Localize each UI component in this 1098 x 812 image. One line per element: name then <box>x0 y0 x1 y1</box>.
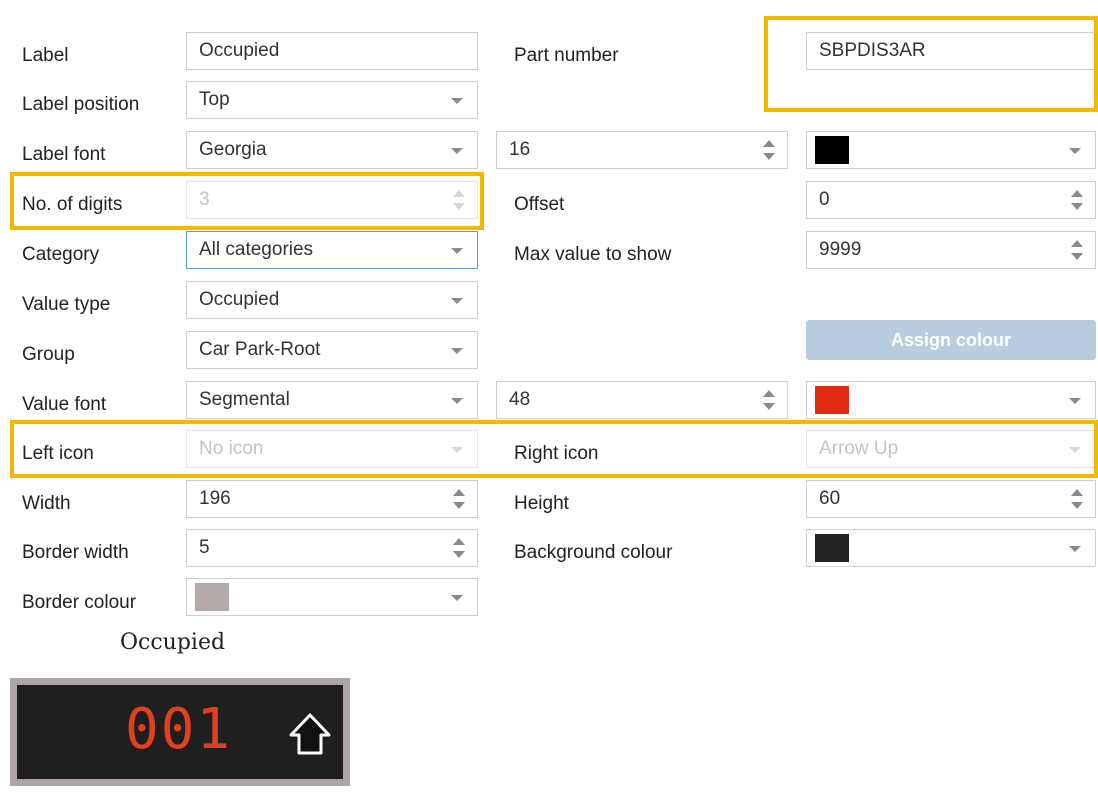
spinner-arrows-icon[interactable] <box>1071 489 1083 509</box>
chevron-down-icon <box>451 398 463 404</box>
spinner-arrows-icon[interactable] <box>1071 240 1083 260</box>
label-input[interactable]: Occupied <box>186 32 478 70</box>
border-colour-caption: Border colour <box>22 592 137 613</box>
value-font-value: Segmental <box>199 389 290 410</box>
value-font-color-swatch <box>815 386 849 414</box>
category-caption: Category <box>22 244 100 265</box>
part-number-caption: Part number <box>514 45 619 66</box>
max-value-caption: Max value to show <box>514 244 672 265</box>
preview-digits: 001 <box>125 697 233 762</box>
spinner-arrows-icon[interactable] <box>453 538 465 558</box>
label-position-value: Top <box>199 89 230 110</box>
border-colour-picker[interactable] <box>186 578 478 616</box>
chevron-down-icon <box>451 248 463 254</box>
category-value: All categories <box>199 239 314 260</box>
value-font-select[interactable]: Segmental <box>186 381 478 419</box>
value-type-value: Occupied <box>199 289 280 310</box>
background-colour-picker[interactable] <box>806 529 1096 567</box>
arrow-up-icon <box>289 713 331 755</box>
preview-label: Occupied <box>120 630 226 655</box>
width-stepper[interactable]: 196 <box>186 480 478 518</box>
value-font-size-stepper[interactable]: 48 <box>496 381 788 419</box>
chevron-down-icon <box>1069 148 1081 154</box>
background-colour-caption: Background colour <box>514 542 673 563</box>
height-stepper[interactable]: 60 <box>806 480 1096 518</box>
spinner-arrows-icon[interactable] <box>453 489 465 509</box>
chevron-down-icon <box>451 595 463 601</box>
border-width-stepper[interactable]: 5 <box>186 529 478 567</box>
label-font-color-swatch <box>815 136 849 164</box>
value-font-color-picker[interactable] <box>806 381 1096 419</box>
preview-display: 001 <box>10 678 350 786</box>
assign-colour-button[interactable]: Assign colour <box>806 320 1096 360</box>
value-type-caption: Value type <box>22 294 111 315</box>
width-caption: Width <box>22 493 71 514</box>
spinner-arrows-icon[interactable] <box>763 390 775 410</box>
max-value-stepper[interactable]: 9999 <box>806 231 1096 269</box>
value-type-select[interactable]: Occupied <box>186 281 478 319</box>
label-font-size-stepper[interactable]: 16 <box>496 131 788 169</box>
width-value: 196 <box>199 488 231 509</box>
chevron-down-icon <box>451 148 463 154</box>
height-caption: Height <box>514 493 569 514</box>
spinner-arrows-icon[interactable] <box>763 140 775 160</box>
label-font-select[interactable]: Georgia <box>186 131 478 169</box>
border-colour-swatch <box>195 583 229 611</box>
background-colour-swatch <box>815 534 849 562</box>
border-width-caption: Border width <box>22 542 129 563</box>
chevron-down-icon <box>451 348 463 354</box>
max-value-value: 9999 <box>819 239 862 260</box>
offset-caption: Offset <box>514 194 565 215</box>
group-select[interactable]: Car Park-Root <box>186 331 478 369</box>
label-position-select[interactable]: Top <box>186 81 478 119</box>
highlight-no-of-digits <box>10 172 484 230</box>
height-value: 60 <box>819 488 841 509</box>
highlight-part-number <box>764 16 1098 112</box>
label-font-size-value: 16 <box>509 139 531 160</box>
value-font-size-value: 48 <box>509 389 531 410</box>
chevron-down-icon <box>451 298 463 304</box>
category-select[interactable]: All categories <box>186 231 478 269</box>
label-caption: Label <box>22 45 69 66</box>
label-position-caption: Label position <box>22 94 140 115</box>
border-width-value: 5 <box>199 537 210 558</box>
chevron-down-icon <box>451 98 463 104</box>
chevron-down-icon <box>1069 546 1081 552</box>
value-font-caption: Value font <box>22 394 107 415</box>
group-value: Car Park-Root <box>199 339 321 360</box>
label-font-caption: Label font <box>22 144 106 165</box>
label-font-color-picker[interactable] <box>806 131 1096 169</box>
highlight-icons-row <box>10 420 1098 478</box>
spinner-arrows-icon[interactable] <box>1071 190 1083 210</box>
label-font-value: Georgia <box>199 139 267 160</box>
chevron-down-icon <box>1069 398 1081 404</box>
offset-value: 0 <box>819 189 830 210</box>
group-caption: Group <box>22 344 75 365</box>
offset-stepper[interactable]: 0 <box>806 181 1096 219</box>
